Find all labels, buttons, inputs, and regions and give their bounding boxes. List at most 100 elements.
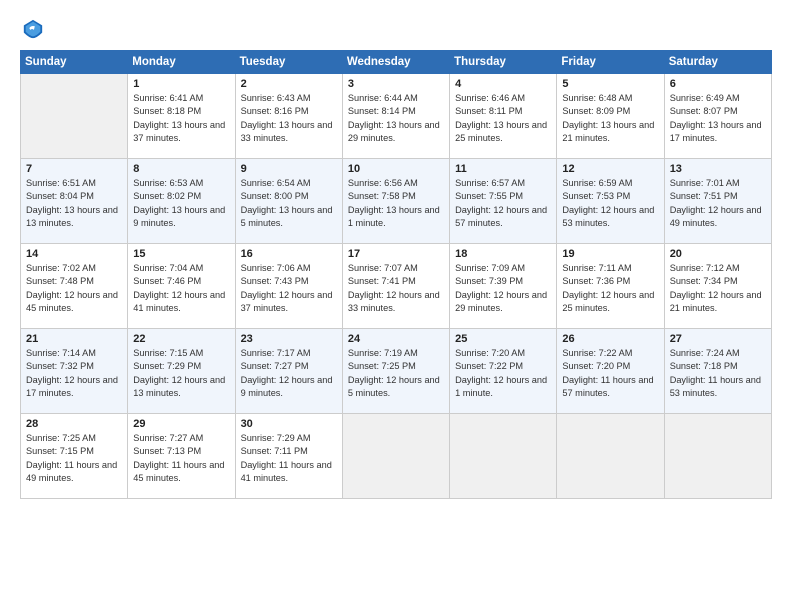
day-number: 19 [562, 248, 658, 260]
col-friday: Friday [557, 51, 664, 74]
day-number: 8 [133, 163, 229, 175]
day-number: 1 [133, 78, 229, 90]
day-info: Sunrise: 6:51 AMSunset: 8:04 PMDaylight:… [26, 177, 122, 230]
day-number: 10 [348, 163, 444, 175]
day-cell: 14Sunrise: 7:02 AMSunset: 7:48 PMDayligh… [21, 244, 128, 329]
header-row: Sunday Monday Tuesday Wednesday Thursday… [21, 51, 772, 74]
day-cell: 11 Sunrise: 6:57 AMSunset: 7:55 PMDayligh… [450, 159, 557, 244]
day-cell: 12 Sunrise: 6:59 AMSunset: 7:53 PMDayligh… [557, 159, 664, 244]
week-row-4: 21Sunrise: 7:14 AMSunset: 7:32 PMDayligh… [21, 329, 772, 414]
day-info: Sunrise: 7:25 AMSunset: 7:15 PMDaylight:… [26, 432, 122, 485]
day-info: Sunrise: 7:01 AMSunset: 7:51 PMDaylight:… [670, 177, 766, 230]
day-number: 11 [455, 163, 551, 175]
day-cell [450, 414, 557, 499]
day-cell [21, 74, 128, 159]
day-number: 12 [562, 163, 658, 175]
day-info: Sunrise: 7:14 AMSunset: 7:32 PMDaylight:… [26, 347, 122, 400]
day-number: 4 [455, 78, 551, 90]
week-row-2: 7 Sunrise: 6:51 AMSunset: 8:04 PMDaylight… [21, 159, 772, 244]
week-row-3: 14Sunrise: 7:02 AMSunset: 7:48 PMDayligh… [21, 244, 772, 329]
day-cell: 3Sunrise: 6:44 AMSunset: 8:14 PMDaylight… [342, 74, 449, 159]
day-cell: 18 Sunrise: 7:09 AMSunset: 7:39 PMDayligh… [450, 244, 557, 329]
day-info: Sunrise: 7:17 AMSunset: 7:27 PMDaylight:… [241, 347, 337, 400]
day-info: Sunrise: 7:22 AMSunset: 7:20 PMDaylight:… [562, 347, 658, 400]
day-cell: 7 Sunrise: 6:51 AMSunset: 8:04 PMDaylight… [21, 159, 128, 244]
day-info: Sunrise: 6:49 AMSunset: 8:07 PMDaylight:… [670, 92, 766, 145]
day-number: 15 [133, 248, 229, 260]
day-number: 28 [26, 418, 122, 430]
day-cell: 17 Sunrise: 7:07 AMSunset: 7:41 PMDayligh… [342, 244, 449, 329]
day-number: 29 [133, 418, 229, 430]
day-number: 6 [670, 78, 766, 90]
day-cell [557, 414, 664, 499]
day-info: Sunrise: 6:54 AMSunset: 8:00 PMDaylight:… [241, 177, 337, 230]
day-number: 23 [241, 333, 337, 345]
day-info: Sunrise: 6:43 AMSunset: 8:16 PMDaylight:… [241, 92, 337, 145]
day-cell: 29 Sunrise: 7:27 AMSunset: 7:13 PMDayligh… [128, 414, 235, 499]
col-monday: Monday [128, 51, 235, 74]
day-number: 7 [26, 163, 122, 175]
day-info: Sunrise: 6:57 AMSunset: 7:55 PMDaylight:… [455, 177, 551, 230]
week-row-1: 1 Sunrise: 6:41 AMSunset: 8:18 PMDaylight… [21, 74, 772, 159]
day-number: 17 [348, 248, 444, 260]
day-cell: 19 Sunrise: 7:11 AMSunset: 7:36 PMDayligh… [557, 244, 664, 329]
col-thursday: Thursday [450, 51, 557, 74]
day-number: 24 [348, 333, 444, 345]
day-cell: 8 Sunrise: 6:53 AMSunset: 8:02 PMDaylight… [128, 159, 235, 244]
day-info: Sunrise: 6:41 AMSunset: 8:18 PMDaylight:… [133, 92, 229, 145]
day-info: Sunrise: 7:27 AMSunset: 7:13 PMDaylight:… [133, 432, 229, 485]
logo-icon [22, 18, 44, 40]
day-info: Sunrise: 7:12 AMSunset: 7:34 PMDaylight:… [670, 262, 766, 315]
day-info: Sunrise: 7:06 AMSunset: 7:43 PMDaylight:… [241, 262, 337, 315]
day-cell: 30 Sunrise: 7:29 AMSunset: 7:11 PMDayligh… [235, 414, 342, 499]
day-cell: 24 Sunrise: 7:19 AMSunset: 7:25 PMDayligh… [342, 329, 449, 414]
day-info: Sunrise: 7:29 AMSunset: 7:11 PMDaylight:… [241, 432, 337, 485]
col-saturday: Saturday [664, 51, 771, 74]
day-number: 20 [670, 248, 766, 260]
day-number: 13 [670, 163, 766, 175]
day-number: 9 [241, 163, 337, 175]
day-info: Sunrise: 7:07 AMSunset: 7:41 PMDaylight:… [348, 262, 444, 315]
day-info: Sunrise: 7:19 AMSunset: 7:25 PMDaylight:… [348, 347, 444, 400]
day-cell: 22Sunrise: 7:15 AMSunset: 7:29 PMDayligh… [128, 329, 235, 414]
day-info: Sunrise: 7:15 AMSunset: 7:29 PMDaylight:… [133, 347, 229, 400]
day-info: Sunrise: 6:44 AMSunset: 8:14 PMDaylight:… [348, 92, 444, 145]
day-number: 16 [241, 248, 337, 260]
day-number: 26 [562, 333, 658, 345]
day-cell: 5 Sunrise: 6:48 AMSunset: 8:09 PMDaylight… [557, 74, 664, 159]
day-cell: 20 Sunrise: 7:12 AMSunset: 7:34 PMDayligh… [664, 244, 771, 329]
day-info: Sunrise: 6:48 AMSunset: 8:09 PMDaylight:… [562, 92, 658, 145]
day-number: 25 [455, 333, 551, 345]
day-info: Sunrise: 6:56 AMSunset: 7:58 PMDaylight:… [348, 177, 444, 230]
day-number: 18 [455, 248, 551, 260]
day-cell [342, 414, 449, 499]
day-info: Sunrise: 6:59 AMSunset: 7:53 PMDaylight:… [562, 177, 658, 230]
week-row-5: 28 Sunrise: 7:25 AMSunset: 7:15 PMDayligh… [21, 414, 772, 499]
day-cell [664, 414, 771, 499]
day-cell: 4 Sunrise: 6:46 AMSunset: 8:11 PMDaylight… [450, 74, 557, 159]
day-number: 27 [670, 333, 766, 345]
day-cell: 23 Sunrise: 7:17 AMSunset: 7:27 PMDayligh… [235, 329, 342, 414]
day-cell: 27Sunrise: 7:24 AMSunset: 7:18 PMDayligh… [664, 329, 771, 414]
calendar-table: Sunday Monday Tuesday Wednesday Thursday… [20, 50, 772, 499]
day-info: Sunrise: 6:46 AMSunset: 8:11 PMDaylight:… [455, 92, 551, 145]
day-cell: 28 Sunrise: 7:25 AMSunset: 7:15 PMDayligh… [21, 414, 128, 499]
header [20, 18, 772, 40]
day-cell: 1 Sunrise: 6:41 AMSunset: 8:18 PMDaylight… [128, 74, 235, 159]
day-number: 30 [241, 418, 337, 430]
day-cell: 16 Sunrise: 7:06 AMSunset: 7:43 PMDayligh… [235, 244, 342, 329]
day-cell: 15 Sunrise: 7:04 AMSunset: 7:46 PMDayligh… [128, 244, 235, 329]
day-info: Sunrise: 6:53 AMSunset: 8:02 PMDaylight:… [133, 177, 229, 230]
day-info: Sunrise: 7:11 AMSunset: 7:36 PMDaylight:… [562, 262, 658, 315]
day-number: 2 [241, 78, 337, 90]
day-number: 5 [562, 78, 658, 90]
logo [20, 18, 48, 40]
day-info: Sunrise: 7:02 AMSunset: 7:48 PMDaylight:… [26, 262, 122, 315]
day-info: Sunrise: 7:04 AMSunset: 7:46 PMDaylight:… [133, 262, 229, 315]
day-cell: 6 Sunrise: 6:49 AMSunset: 8:07 PMDaylight… [664, 74, 771, 159]
calendar-page: Sunday Monday Tuesday Wednesday Thursday… [0, 0, 792, 612]
day-info: Sunrise: 7:09 AMSunset: 7:39 PMDaylight:… [455, 262, 551, 315]
col-wednesday: Wednesday [342, 51, 449, 74]
col-tuesday: Tuesday [235, 51, 342, 74]
day-cell: 26 Sunrise: 7:22 AMSunset: 7:20 PMDayligh… [557, 329, 664, 414]
